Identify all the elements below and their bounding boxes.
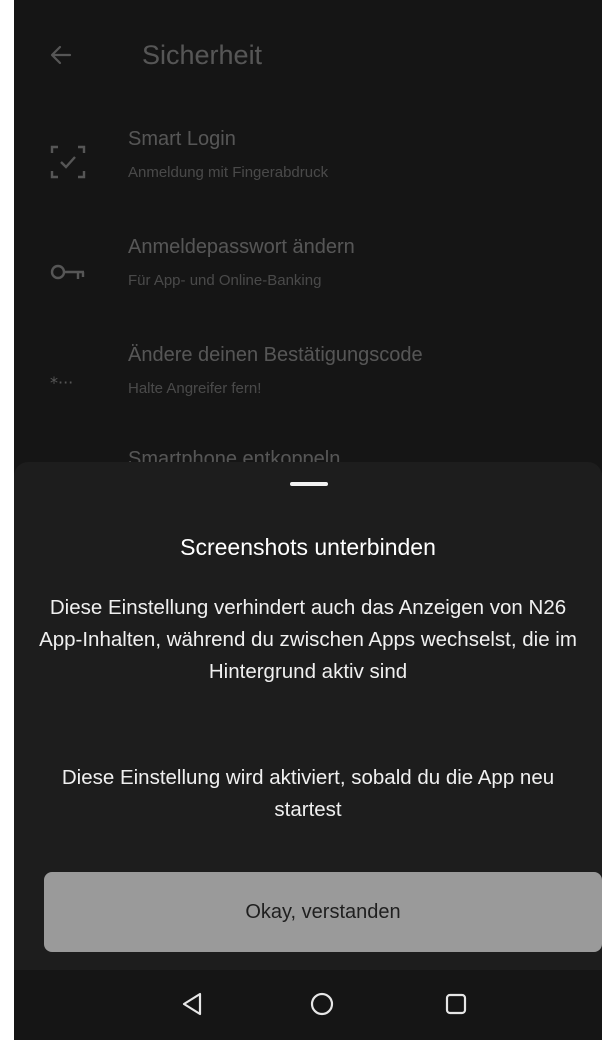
fingerprint-scan-icon — [50, 145, 86, 179]
svg-text:*···: *··· — [50, 373, 73, 392]
settings-item-change-password[interactable]: Anmeldepasswort ändern Für App- und Onli… — [14, 236, 602, 336]
settings-item-passcode[interactable]: *··· Ändere deinen Bestätigungscode Halt… — [14, 344, 602, 444]
passcode-icon: *··· — [50, 373, 73, 392]
settings-item-subtitle: Für App- und Online-Banking — [128, 272, 322, 289]
settings-item-title: Smart Login — [128, 128, 236, 150]
settings-item-title: Ändere deinen Bestätigungscode — [128, 344, 423, 366]
phone-screen: Sicherheit Smart Login Anmeldung mit Fin… — [14, 0, 602, 1040]
confirm-button[interactable]: Okay, verstanden — [44, 872, 602, 952]
sheet-drag-handle[interactable] — [290, 482, 328, 486]
settings-item-subtitle: Halte Angreifer fern! — [128, 380, 262, 397]
settings-item-subtitle: Anmeldung mit Fingerabdruck — [128, 164, 329, 181]
arrow-left-icon[interactable] — [50, 44, 72, 66]
system-navigation-bar — [14, 970, 602, 1040]
square-recents-icon[interactable] — [442, 990, 470, 1018]
sheet-description: Diese Einstellung verhindert auch das An… — [39, 596, 577, 683]
page-title: Sicherheit — [142, 40, 263, 70]
settings-item-title: Anmeldepasswort ändern — [128, 236, 355, 258]
sheet-title: Screenshots unterbinden — [180, 534, 436, 560]
sheet-restart-note: Diese Einstellung wird aktiviert, sobald… — [61, 766, 555, 821]
key-icon — [50, 264, 85, 280]
triangle-back-icon[interactable] — [178, 990, 206, 1018]
circle-home-icon[interactable] — [308, 990, 336, 1018]
bottom-sheet: Screenshots unterbinden Diese Einstellun… — [14, 462, 602, 1040]
settings-item-smart-login[interactable]: Smart Login Anmeldung mit Fingerabdruck — [14, 128, 602, 228]
app-header: Sicherheit — [14, 24, 602, 88]
